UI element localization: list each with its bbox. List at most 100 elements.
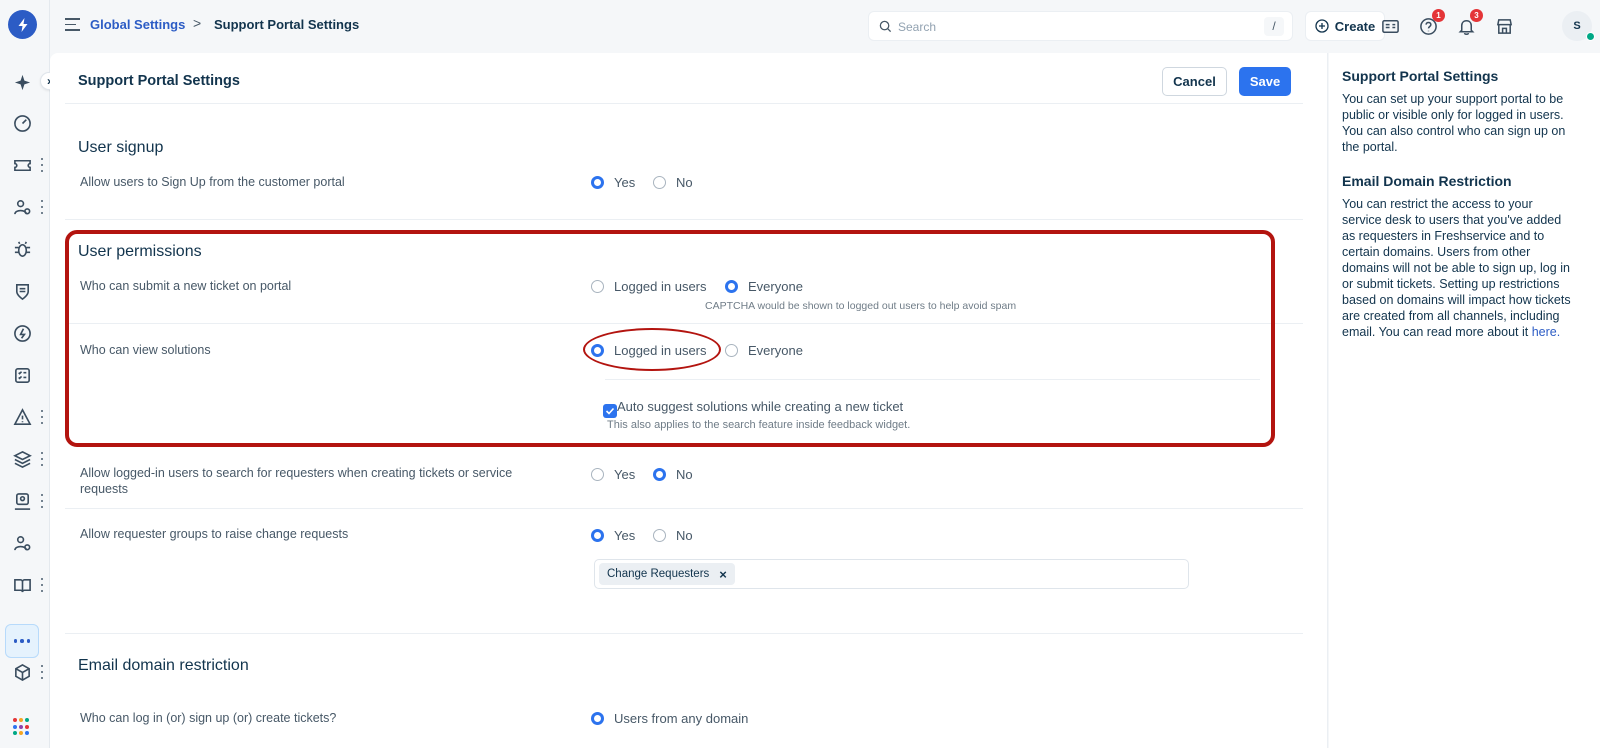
main-content: Support Portal Settings Cancel Save User… xyxy=(50,53,1328,748)
search-input[interactable]: Search / xyxy=(868,11,1293,41)
remove-tag-icon[interactable]: × xyxy=(719,567,727,582)
marketplace-icon[interactable] xyxy=(1493,15,1515,37)
problems-more-icon[interactable] xyxy=(40,200,44,214)
help-text-portal: You can set up your support portal to be… xyxy=(1342,92,1566,154)
problems-icon[interactable] xyxy=(11,196,33,218)
search-requesters-label: Allow logged-in users to search for requ… xyxy=(80,466,513,496)
radio-label: Logged in users xyxy=(614,343,707,358)
dashboard-icon[interactable] xyxy=(11,112,33,134)
radio[interactable] xyxy=(591,280,604,293)
change-icon[interactable] xyxy=(11,322,33,344)
book-more-icon[interactable] xyxy=(40,578,44,592)
requester-more-icon[interactable] xyxy=(40,494,44,508)
radio-label: Logged in users xyxy=(614,279,707,294)
layers-icon[interactable] xyxy=(11,448,33,470)
radio-label: Users from any domain xyxy=(614,711,749,726)
radio-selected[interactable] xyxy=(725,280,738,293)
alert-more-icon[interactable] xyxy=(40,410,44,424)
signup-no-radio[interactable]: No xyxy=(653,175,693,190)
radio-label: Yes xyxy=(614,175,636,190)
user-signup-title: User signup xyxy=(78,139,164,156)
solutions-everyone-radio[interactable]: Everyone xyxy=(725,343,803,358)
divider xyxy=(65,323,1303,324)
any-domain-radio[interactable]: Users from any domain xyxy=(591,711,748,726)
bug-icon[interactable] xyxy=(11,238,33,260)
layers-more-icon[interactable] xyxy=(40,452,44,466)
change-yes-radio[interactable]: Yes xyxy=(591,528,635,543)
radio-selected[interactable] xyxy=(591,344,604,357)
sparkle-icon[interactable] xyxy=(11,71,33,93)
create-button[interactable]: Create xyxy=(1305,11,1385,41)
submit-everyone-radio[interactable]: Everyone xyxy=(725,279,803,294)
help-panel: Support Portal Settings You can set up y… xyxy=(1329,53,1600,748)
solutions-logged-in-radio[interactable]: Logged in users xyxy=(591,343,707,358)
box-icon[interactable] xyxy=(11,661,33,683)
radio-selected[interactable] xyxy=(591,529,604,542)
requesters-yes-radio[interactable]: Yes xyxy=(591,467,635,482)
divider xyxy=(65,219,1303,220)
email-domain-label: Who can log in (or) sign up (or) create … xyxy=(80,711,337,725)
apps-grid-icon[interactable] xyxy=(13,718,31,736)
signup-yes-radio[interactable]: Yes xyxy=(591,175,635,190)
email-domain-title: Email domain restriction xyxy=(78,657,249,674)
captcha-hint: CAPTCHA would be shown to logged out use… xyxy=(705,300,1017,312)
radio[interactable] xyxy=(725,344,738,357)
tag-label: Change Requesters xyxy=(607,568,710,580)
radio-label: No xyxy=(676,467,693,482)
auto-suggest-hint: This also applies to the search feature … xyxy=(607,419,911,431)
status-online-dot xyxy=(1586,32,1595,41)
requester-icon[interactable] xyxy=(11,490,33,512)
box-more-icon[interactable] xyxy=(40,665,44,679)
radio-label: Everyone xyxy=(748,279,803,294)
radio[interactable] xyxy=(591,468,604,481)
cancel-button[interactable]: Cancel xyxy=(1162,67,1227,96)
tasks-icon[interactable] xyxy=(11,364,33,386)
shield-icon[interactable] xyxy=(11,280,33,302)
divider xyxy=(65,508,1303,509)
plus-circle-icon xyxy=(1315,19,1329,33)
more-icon[interactable] xyxy=(5,624,39,658)
radio-label: No xyxy=(676,528,693,543)
help-badge: 1 xyxy=(1432,9,1445,22)
radio-selected[interactable] xyxy=(591,712,604,725)
left-sidebar: › xyxy=(0,0,58,748)
divider xyxy=(65,103,1303,104)
help-title-email: Email Domain Restriction xyxy=(1342,173,1512,189)
menu-icon[interactable] xyxy=(65,18,80,31)
tickets-icon[interactable] xyxy=(11,154,33,176)
book-icon[interactable] xyxy=(11,574,33,596)
tag-chip: Change Requesters × xyxy=(599,563,735,585)
radio-label: Everyone xyxy=(748,343,803,358)
search-shortcut: / xyxy=(1264,17,1284,36)
scroll-fade xyxy=(50,726,1327,748)
breadcrumb-separator: > xyxy=(193,15,202,31)
auto-suggest-checkbox[interactable] xyxy=(603,404,617,418)
check-icon xyxy=(605,407,615,415)
user-permissions-title: User permissions xyxy=(78,243,202,260)
change-no-radio[interactable]: No xyxy=(653,528,693,543)
read-more-link[interactable]: here. xyxy=(1532,325,1561,339)
help-text-email: You can restrict the access to your serv… xyxy=(1342,196,1574,340)
radio-selected[interactable] xyxy=(591,176,604,189)
requester-groups-input[interactable]: Change Requesters × xyxy=(594,559,1189,589)
notifications-icon[interactable]: 3 xyxy=(1455,9,1483,37)
radio-label: Yes xyxy=(614,467,636,482)
breadcrumb-global-settings[interactable]: Global Settings xyxy=(90,17,185,32)
contact-card-icon[interactable] xyxy=(1379,15,1401,37)
radio-selected[interactable] xyxy=(653,468,666,481)
requesters-no-radio[interactable]: No xyxy=(653,467,693,482)
help-icon[interactable]: 1 xyxy=(1417,9,1445,37)
submit-logged-in-radio[interactable]: Logged in users xyxy=(591,279,707,294)
freshservice-logo-icon[interactable] xyxy=(8,10,37,39)
notifications-badge: 3 xyxy=(1470,9,1483,22)
alert-icon[interactable] xyxy=(11,406,33,428)
auto-suggest-label: Auto suggest solutions while creating a … xyxy=(617,399,904,414)
radio[interactable] xyxy=(653,529,666,542)
radio-label: Yes xyxy=(614,528,636,543)
users-icon[interactable] xyxy=(11,532,33,554)
tickets-more-icon[interactable] xyxy=(40,158,44,172)
help-title-portal: Support Portal Settings xyxy=(1342,68,1499,84)
save-button[interactable]: Save xyxy=(1239,67,1291,96)
radio[interactable] xyxy=(653,176,666,189)
breadcrumb-current: Support Portal Settings xyxy=(214,17,360,32)
